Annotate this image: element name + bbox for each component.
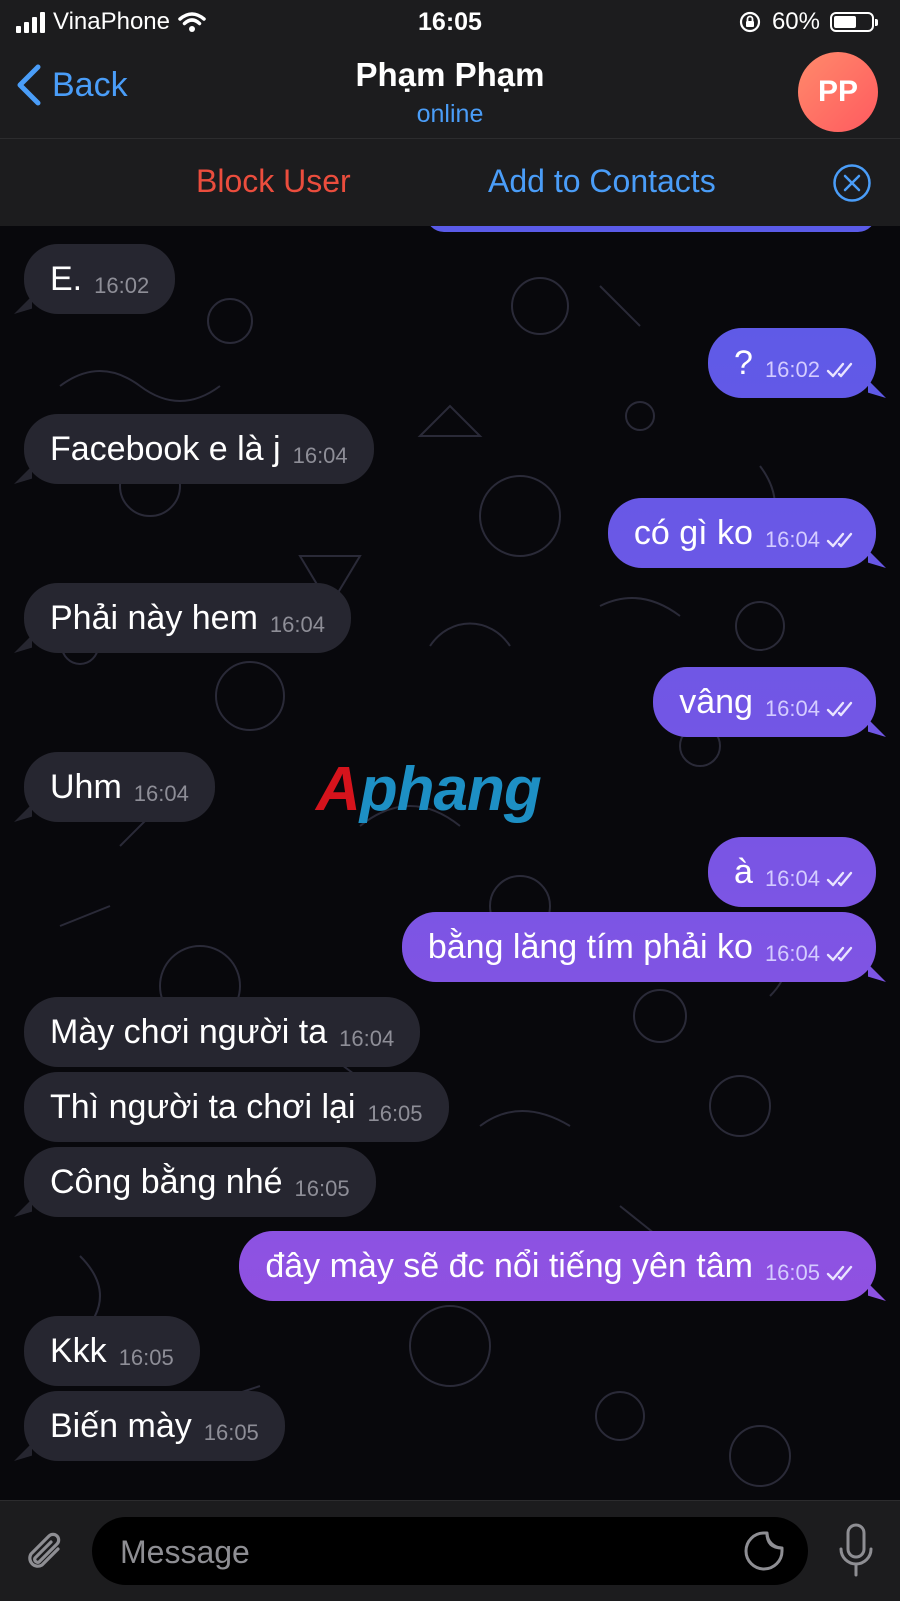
outgoing-message[interactable]: à 16:04 — [708, 837, 876, 907]
previous-message-bubble — [426, 226, 876, 232]
incoming-message[interactable]: Biến mày 16:05 — [24, 1391, 285, 1461]
message-text: Facebook e là j — [50, 429, 281, 468]
incoming-message[interactable]: Công bằng nhé 16:05 — [24, 1147, 376, 1217]
message-text: Mày chơi người ta — [50, 1012, 328, 1051]
message-text: E. — [50, 259, 83, 298]
read-checkmarks-icon — [826, 1265, 853, 1281]
message-text: Uhm — [50, 767, 122, 806]
paperclip-icon[interactable] — [22, 1527, 70, 1575]
contact-status: online — [416, 100, 484, 128]
message-list[interactable]: E. 16:02? 16:02 Facebook e là j 16:04 có gì k… — [0, 226, 900, 1500]
incoming-message[interactable]: Thì người ta chơi lại 16:05 — [24, 1072, 449, 1142]
outgoing-message[interactable]: bằng lăng tím phải ko 16:04 — [401, 912, 876, 982]
read-checkmarks-icon — [826, 532, 853, 548]
message-text: Thì người ta chơi lại — [50, 1087, 356, 1126]
battery-fill — [834, 16, 856, 28]
message-field[interactable] — [92, 1517, 808, 1587]
outgoing-message[interactable]: có gì ko 16:04 — [607, 498, 876, 568]
message-time: 16:04 — [764, 866, 820, 891]
incoming-message[interactable]: Phải này hem 16:04 — [24, 583, 351, 653]
message-time: 16:02 — [94, 273, 150, 298]
sticker-icon[interactable] — [744, 1531, 784, 1571]
battery-icon — [830, 12, 878, 32]
block-user-button[interactable]: Block User — [196, 163, 351, 200]
message-time: 16:04 — [764, 527, 820, 552]
read-checkmarks-icon — [826, 701, 853, 717]
message-text: Biến mày — [50, 1406, 192, 1445]
message-time: 16:04 — [269, 612, 325, 637]
message-text: Công bằng nhé — [50, 1162, 283, 1201]
watermark-rest: phang — [359, 755, 542, 824]
message-time: 16:04 — [764, 941, 820, 966]
message-input[interactable] — [118, 1517, 682, 1587]
close-circle-icon[interactable] — [832, 163, 872, 203]
message-time: 16:04 — [764, 696, 820, 721]
message-text: ? — [734, 343, 753, 382]
message-time: 16:04 — [133, 781, 189, 806]
message-time: 16:05 — [118, 1345, 174, 1370]
message-time: 16:05 — [203, 1420, 259, 1445]
message-text: đây mày sẽ đc nổi tiếng yên tâm — [265, 1246, 753, 1285]
avatar[interactable]: PP — [798, 52, 878, 132]
message-text: Kkk — [50, 1331, 107, 1370]
message-text: vâng — [679, 682, 753, 721]
contact-action-bar: Block User Add to Contacts — [0, 138, 900, 227]
incoming-message[interactable]: Facebook e là j 16:04 — [24, 414, 374, 484]
rotation-lock-icon — [739, 11, 761, 33]
message-time: 16:05 — [294, 1176, 350, 1201]
incoming-message[interactable]: Kkk 16:05 — [24, 1316, 200, 1386]
battery-percent: 60% — [771, 8, 820, 35]
incoming-message[interactable]: Uhm 16:04 — [24, 752, 215, 822]
outgoing-message[interactable]: đây mày sẽ đc nổi tiếng yên tâm 16:05 — [239, 1231, 876, 1301]
composer-bar — [0, 1500, 900, 1601]
message-time: 16:05 — [367, 1101, 423, 1126]
incoming-message[interactable]: Mày chơi người ta 16:04 — [24, 997, 421, 1067]
microphone-icon[interactable] — [836, 1521, 876, 1581]
read-checkmarks-icon — [826, 946, 853, 962]
message-text: bằng lăng tím phải ko — [427, 927, 753, 966]
message-text: Phải này hem — [50, 598, 258, 637]
read-checkmarks-icon — [826, 362, 853, 378]
outgoing-message[interactable]: ? 16:02 — [708, 328, 876, 398]
watermark-logo: Aphang — [316, 754, 542, 825]
incoming-message[interactable]: E. 16:02 — [24, 244, 176, 314]
message-time: 16:04 — [292, 443, 348, 468]
message-text: có gì ko — [633, 513, 753, 552]
message-text: à — [734, 852, 753, 891]
add-to-contacts-button[interactable]: Add to Contacts — [488, 163, 716, 200]
contact-name[interactable]: Phạm Phạm — [0, 56, 900, 94]
chat-header: Back Phạm Phạm online PP — [0, 46, 900, 138]
outgoing-message[interactable]: vâng 16:04 — [653, 667, 876, 737]
message-time: 16:02 — [764, 357, 820, 382]
status-right: 60% — [738, 8, 878, 36]
status-bar: VinaPhone 16:05 60% — [0, 0, 900, 46]
message-time: 16:05 — [764, 1260, 820, 1285]
watermark-first: A — [316, 755, 361, 824]
read-checkmarks-icon — [826, 871, 853, 887]
message-time: 16:04 — [339, 1026, 395, 1051]
